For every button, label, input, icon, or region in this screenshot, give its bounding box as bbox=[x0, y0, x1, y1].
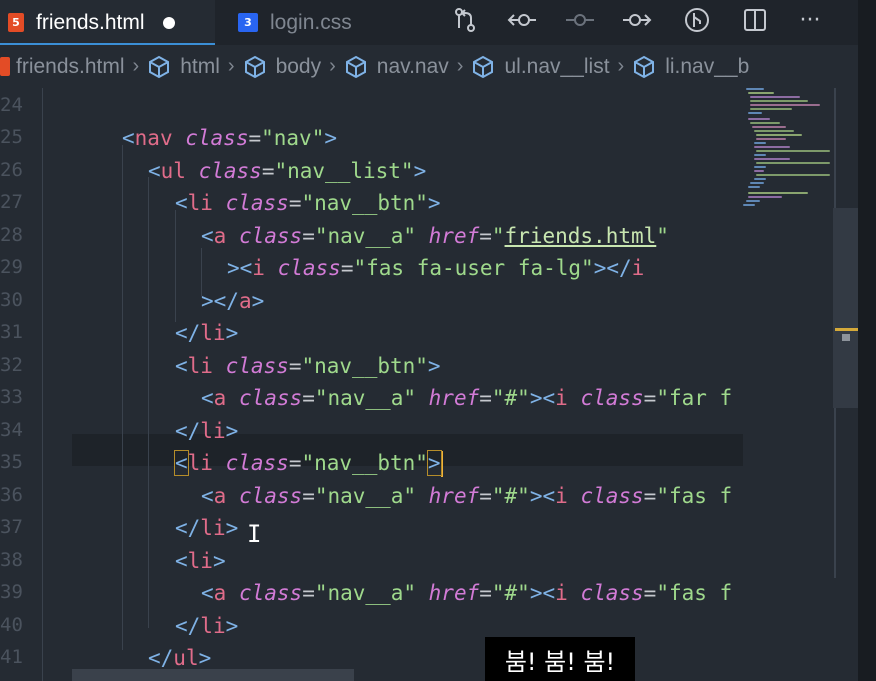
breadcrumb-item-file[interactable]: friends.html bbox=[0, 55, 125, 79]
more-actions-icon[interactable]: ··· bbox=[793, 3, 827, 37]
code-line: <nav class="nav"> bbox=[122, 126, 337, 150]
breadcrumb-item-body[interactable]: body bbox=[243, 54, 322, 79]
tab-label: login.css bbox=[270, 10, 352, 34]
breadcrumb-label: li.nav__b bbox=[665, 54, 750, 78]
indent-guide bbox=[175, 210, 176, 322]
code-line: </li> bbox=[175, 516, 239, 540]
breadcrumb-label: friends.html bbox=[16, 54, 125, 78]
html5-file-icon: 5 bbox=[8, 13, 24, 32]
code-line: ></a> bbox=[201, 289, 265, 313]
go-forward-icon[interactable] bbox=[620, 3, 654, 37]
code-editor[interactable]: 24 25 26 27 28 29 30 31 32 33 34 35 36 3… bbox=[0, 88, 858, 681]
code-line-current: <li class="nav__btn"> bbox=[174, 450, 443, 477]
css3-file-icon: 3 bbox=[238, 13, 258, 32]
symbol-element-icon bbox=[345, 55, 366, 78]
code-line: </li> bbox=[175, 419, 239, 443]
code-line: ><i class="fas fa-user fa-lg"></i bbox=[227, 256, 645, 280]
editor-actions: ··· bbox=[448, 0, 848, 45]
code-line: <a class="nav__a" href="friends.html" bbox=[201, 224, 669, 248]
breadcrumb: friends.html › html › body › nav.nav › u… bbox=[0, 45, 858, 88]
text-cursor bbox=[440, 451, 443, 477]
code-line: <a class="nav__a" href="#"><i class="far… bbox=[201, 386, 733, 410]
breadcrumb-label: ul.nav__list bbox=[504, 54, 610, 78]
breadcrumb-item-html[interactable]: html bbox=[147, 55, 220, 79]
go-back-icon[interactable] bbox=[505, 3, 539, 37]
commit-icon[interactable] bbox=[563, 3, 597, 37]
horizontal-scrollbar[interactable] bbox=[72, 669, 354, 681]
symbol-element-icon bbox=[473, 55, 494, 78]
breadcrumb-label: html bbox=[180, 54, 220, 78]
cursor-position-marker bbox=[835, 328, 858, 331]
html5-file-icon bbox=[0, 57, 10, 76]
code-area[interactable]: <nav class="nav"> <ul class="nav__list">… bbox=[0, 88, 743, 681]
code-line: <a class="nav__a" href="#"><i class="fas… bbox=[201, 581, 733, 605]
source-control-icon[interactable] bbox=[448, 3, 482, 37]
href-link[interactable]: friends.html bbox=[505, 224, 657, 248]
vertical-scrollbar-thumb[interactable] bbox=[833, 208, 858, 408]
tab-label: friends.html bbox=[36, 10, 145, 34]
code-line: <ul class="nav__list"> bbox=[148, 159, 427, 183]
tab-login-css[interactable]: 3 login.css bbox=[226, 0, 352, 45]
code-line: </li> bbox=[175, 321, 239, 345]
indent-guide bbox=[148, 177, 149, 628]
git-graph-icon[interactable] bbox=[680, 3, 714, 37]
unsaved-dot-icon[interactable] bbox=[162, 16, 175, 29]
code-line: </li> bbox=[175, 614, 239, 638]
code-line: <a class="nav__a" href="#"><i class="fas… bbox=[201, 484, 733, 508]
breadcrumb-item-ul[interactable]: ul.nav__list bbox=[471, 54, 610, 79]
chevron-right-icon: › bbox=[456, 55, 464, 77]
breadcrumb-label: body bbox=[275, 54, 322, 78]
chevron-right-icon: › bbox=[617, 55, 625, 77]
minimap[interactable] bbox=[743, 88, 833, 681]
tab-friends-html[interactable]: 5 friends.html bbox=[0, 0, 215, 45]
code-line: <li> bbox=[175, 549, 226, 573]
window-edge bbox=[858, 0, 876, 681]
code-line: <li class="nav__btn"> bbox=[175, 354, 441, 378]
mouse-ibeam-cursor-icon: I bbox=[247, 520, 262, 548]
breadcrumb-item-li[interactable]: li.nav__b bbox=[632, 55, 749, 79]
chevron-right-icon: › bbox=[132, 55, 140, 77]
split-editor-icon[interactable] bbox=[738, 3, 772, 37]
video-caption: 붐! 붐! 붐! bbox=[485, 637, 635, 681]
overview-marker bbox=[842, 334, 850, 341]
symbol-element-icon bbox=[244, 55, 265, 78]
breadcrumb-label: nav.nav bbox=[376, 54, 449, 78]
code-line: <li class="nav__btn"> bbox=[175, 191, 441, 215]
symbol-element-icon bbox=[149, 55, 170, 78]
tab-bar: 5 friends.html 3 login.css ··· bbox=[0, 0, 858, 45]
breadcrumb-item-nav[interactable]: nav.nav bbox=[344, 55, 449, 79]
indent-guide bbox=[122, 145, 123, 650]
chevron-right-icon: › bbox=[329, 55, 336, 77]
symbol-element-icon bbox=[634, 55, 655, 78]
indent-guide bbox=[42, 88, 43, 681]
chevron-right-icon: › bbox=[227, 55, 235, 77]
